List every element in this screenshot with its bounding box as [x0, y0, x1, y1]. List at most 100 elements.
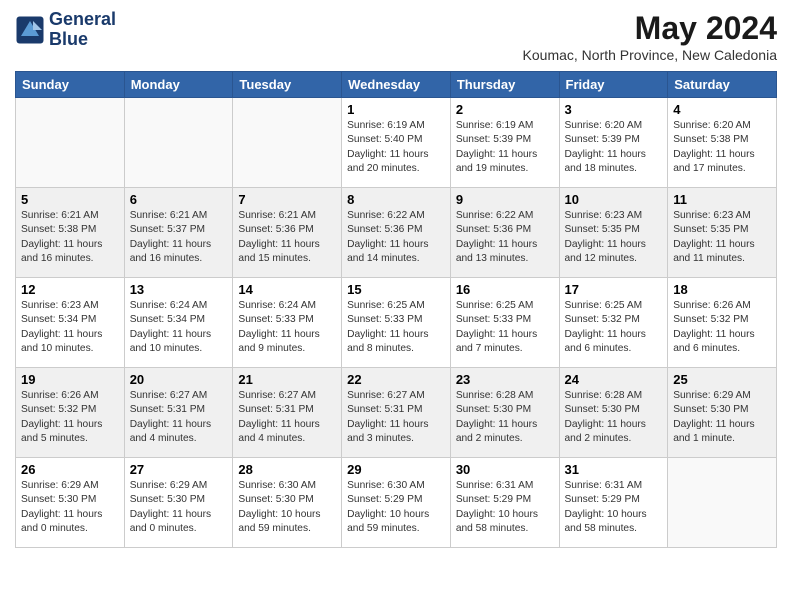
- calendar-cell: 4 Sunrise: 6:20 AMSunset: 5:38 PMDaylight…: [668, 98, 777, 188]
- cell-text: Sunrise: 6:31 AMSunset: 5:29 PMDaylight:…: [565, 479, 663, 536]
- calendar-cell: 13Sunrise: 6:24 AMSunset: 5:34 PMDayligh…: [124, 278, 233, 368]
- day-number: 24: [565, 372, 663, 387]
- calendar-cell: 2 Sunrise: 6:19 AMSunset: 5:39 PMDaylight…: [450, 98, 559, 188]
- cell-text: Sunrise: 6:23 AMSunset: 5:35 PMDaylight:…: [673, 209, 771, 266]
- day-header-thursday: Thursday: [450, 72, 559, 98]
- cell-text: Sunrise: 6:29 AMSunset: 5:30 PMDaylight:…: [21, 479, 119, 536]
- calendar-cell: 8Sunrise: 6:22 AMSunset: 5:36 PMDaylight…: [342, 188, 451, 278]
- cell-text: Sunrise: 6:23 AMSunset: 5:35 PMDaylight:…: [565, 209, 663, 266]
- title-block: May 2024 Koumac, North Province, New Cal…: [523, 10, 777, 63]
- calendar-cell: 10 Sunrise: 6:23 AMSunset: 5:35 PMDayligh…: [559, 188, 668, 278]
- day-number: 7: [238, 192, 336, 207]
- calendar-cell: 14Sunrise: 6:24 AMSunset: 5:33 PMDayligh…: [233, 278, 342, 368]
- day-number: 4: [673, 102, 771, 117]
- day-number: 28: [238, 462, 336, 477]
- calendar-cell: [124, 98, 233, 188]
- day-number: 18: [673, 282, 771, 297]
- day-number: 31: [565, 462, 663, 477]
- day-number: 25: [673, 372, 771, 387]
- day-number: 3: [565, 102, 663, 117]
- calendar-cell: [668, 458, 777, 548]
- calendar-cell: 17 Sunrise: 6:25 AMSunset: 5:32 PMDayligh…: [559, 278, 668, 368]
- day-number: 5: [21, 192, 119, 207]
- day-number: 13: [130, 282, 228, 297]
- month-year: May 2024: [523, 10, 777, 47]
- cell-text: Sunrise: 6:25 AMSunset: 5:33 PMDaylight:…: [456, 299, 554, 356]
- calendar-cell: 5Sunrise: 6:21 AMSunset: 5:38 PMDaylight…: [16, 188, 125, 278]
- calendar-cell: [16, 98, 125, 188]
- cell-text: Sunrise: 6:27 AMSunset: 5:31 PMDaylight:…: [130, 389, 228, 446]
- calendar-cell: 3 Sunrise: 6:20 AMSunset: 5:39 PMDaylight…: [559, 98, 668, 188]
- cell-text: Sunrise: 6:20 AMSunset: 5:38 PMDaylight:…: [673, 119, 771, 176]
- calendar-cell: 25 Sunrise: 6:29 AMSunset: 5:30 PMDayligh…: [668, 368, 777, 458]
- cell-text: Sunrise: 6:29 AMSunset: 5:30 PMDaylight:…: [673, 389, 771, 446]
- day-number: 17: [565, 282, 663, 297]
- week-row: 12Sunrise: 6:23 AMSunset: 5:34 PMDayligh…: [16, 278, 777, 368]
- cell-text: Sunrise: 6:21 AMSunset: 5:37 PMDaylight:…: [130, 209, 228, 266]
- day-number: 30: [456, 462, 554, 477]
- day-number: 16: [456, 282, 554, 297]
- calendar-cell: 23Sunrise: 6:28 AMSunset: 5:30 PMDayligh…: [450, 368, 559, 458]
- day-number: 8: [347, 192, 445, 207]
- day-number: 12: [21, 282, 119, 297]
- cell-text: Sunrise: 6:20 AMSunset: 5:39 PMDaylight:…: [565, 119, 663, 176]
- week-row: 1 Sunrise: 6:19 AMSunset: 5:40 PMDaylight…: [16, 98, 777, 188]
- day-header-saturday: Saturday: [668, 72, 777, 98]
- cell-text: Sunrise: 6:25 AMSunset: 5:33 PMDaylight:…: [347, 299, 445, 356]
- logo: General Blue: [15, 10, 116, 50]
- week-row: 26 Sunrise: 6:29 AMSunset: 5:30 PMDayligh…: [16, 458, 777, 548]
- day-number: 21: [238, 372, 336, 387]
- cell-text: Sunrise: 6:22 AMSunset: 5:36 PMDaylight:…: [456, 209, 554, 266]
- cell-text: Sunrise: 6:26 AMSunset: 5:32 PMDaylight:…: [673, 299, 771, 356]
- day-number: 26: [21, 462, 119, 477]
- calendar-cell: 28Sunrise: 6:30 AMSunset: 5:30 PMDayligh…: [233, 458, 342, 548]
- day-number: 11: [673, 192, 771, 207]
- logo-icon: [15, 15, 45, 45]
- calendar-cell: 30 Sunrise: 6:31 AMSunset: 5:29 PMDayligh…: [450, 458, 559, 548]
- day-header-monday: Monday: [124, 72, 233, 98]
- day-number: 15: [347, 282, 445, 297]
- cell-text: Sunrise: 6:19 AMSunset: 5:40 PMDaylight:…: [347, 119, 445, 176]
- calendar-cell: 22 Sunrise: 6:27 AMSunset: 5:31 PMDayligh…: [342, 368, 451, 458]
- calendar-cell: 12Sunrise: 6:23 AMSunset: 5:34 PMDayligh…: [16, 278, 125, 368]
- day-number: 10: [565, 192, 663, 207]
- day-number: 6: [130, 192, 228, 207]
- calendar-cell: 31 Sunrise: 6:31 AMSunset: 5:29 PMDayligh…: [559, 458, 668, 548]
- cell-text: Sunrise: 6:30 AMSunset: 5:29 PMDaylight:…: [347, 479, 445, 536]
- cell-text: Sunrise: 6:27 AMSunset: 5:31 PMDaylight:…: [347, 389, 445, 446]
- cell-text: Sunrise: 6:28 AMSunset: 5:30 PMDaylight:…: [456, 389, 554, 446]
- cell-text: Sunrise: 6:19 AMSunset: 5:39 PMDaylight:…: [456, 119, 554, 176]
- calendar-cell: 20Sunrise: 6:27 AMSunset: 5:31 PMDayligh…: [124, 368, 233, 458]
- calendar-cell: 15 Sunrise: 6:25 AMSunset: 5:33 PMDayligh…: [342, 278, 451, 368]
- day-header-wednesday: Wednesday: [342, 72, 451, 98]
- day-number: 9: [456, 192, 554, 207]
- calendar-cell: 7 Sunrise: 6:21 AMSunset: 5:36 PMDaylight…: [233, 188, 342, 278]
- day-number: 1: [347, 102, 445, 117]
- day-number: 22: [347, 372, 445, 387]
- calendar-cell: 6 Sunrise: 6:21 AMSunset: 5:37 PMDaylight…: [124, 188, 233, 278]
- calendar-cell: 18 Sunrise: 6:26 AMSunset: 5:32 PMDayligh…: [668, 278, 777, 368]
- calendar-cell: [233, 98, 342, 188]
- calendar-table: SundayMondayTuesdayWednesdayThursdayFrid…: [15, 71, 777, 548]
- page-header: General Blue May 2024 Koumac, North Prov…: [15, 10, 777, 63]
- calendar-cell: 29 Sunrise: 6:30 AMSunset: 5:29 PMDayligh…: [342, 458, 451, 548]
- cell-text: Sunrise: 6:31 AMSunset: 5:29 PMDaylight:…: [456, 479, 554, 536]
- calendar-cell: 1 Sunrise: 6:19 AMSunset: 5:40 PMDaylight…: [342, 98, 451, 188]
- cell-text: Sunrise: 6:21 AMSunset: 5:36 PMDaylight:…: [238, 209, 336, 266]
- day-header-sunday: Sunday: [16, 72, 125, 98]
- calendar-cell: 27Sunrise: 6:29 AMSunset: 5:30 PMDayligh…: [124, 458, 233, 548]
- cell-text: Sunrise: 6:25 AMSunset: 5:32 PMDaylight:…: [565, 299, 663, 356]
- cell-text: Sunrise: 6:28 AMSunset: 5:30 PMDaylight:…: [565, 389, 663, 446]
- day-number: 29: [347, 462, 445, 477]
- cell-text: Sunrise: 6:26 AMSunset: 5:32 PMDaylight:…: [21, 389, 119, 446]
- calendar-cell: 21Sunrise: 6:27 AMSunset: 5:31 PMDayligh…: [233, 368, 342, 458]
- calendar-cell: 19Sunrise: 6:26 AMSunset: 5:32 PMDayligh…: [16, 368, 125, 458]
- day-number: 27: [130, 462, 228, 477]
- calendar-cell: 26 Sunrise: 6:29 AMSunset: 5:30 PMDayligh…: [16, 458, 125, 548]
- calendar-cell: 24 Sunrise: 6:28 AMSunset: 5:30 PMDayligh…: [559, 368, 668, 458]
- day-number: 2: [456, 102, 554, 117]
- day-header-tuesday: Tuesday: [233, 72, 342, 98]
- logo-text: General Blue: [49, 10, 116, 50]
- location: Koumac, North Province, New Caledonia: [523, 47, 777, 63]
- week-row: 19Sunrise: 6:26 AMSunset: 5:32 PMDayligh…: [16, 368, 777, 458]
